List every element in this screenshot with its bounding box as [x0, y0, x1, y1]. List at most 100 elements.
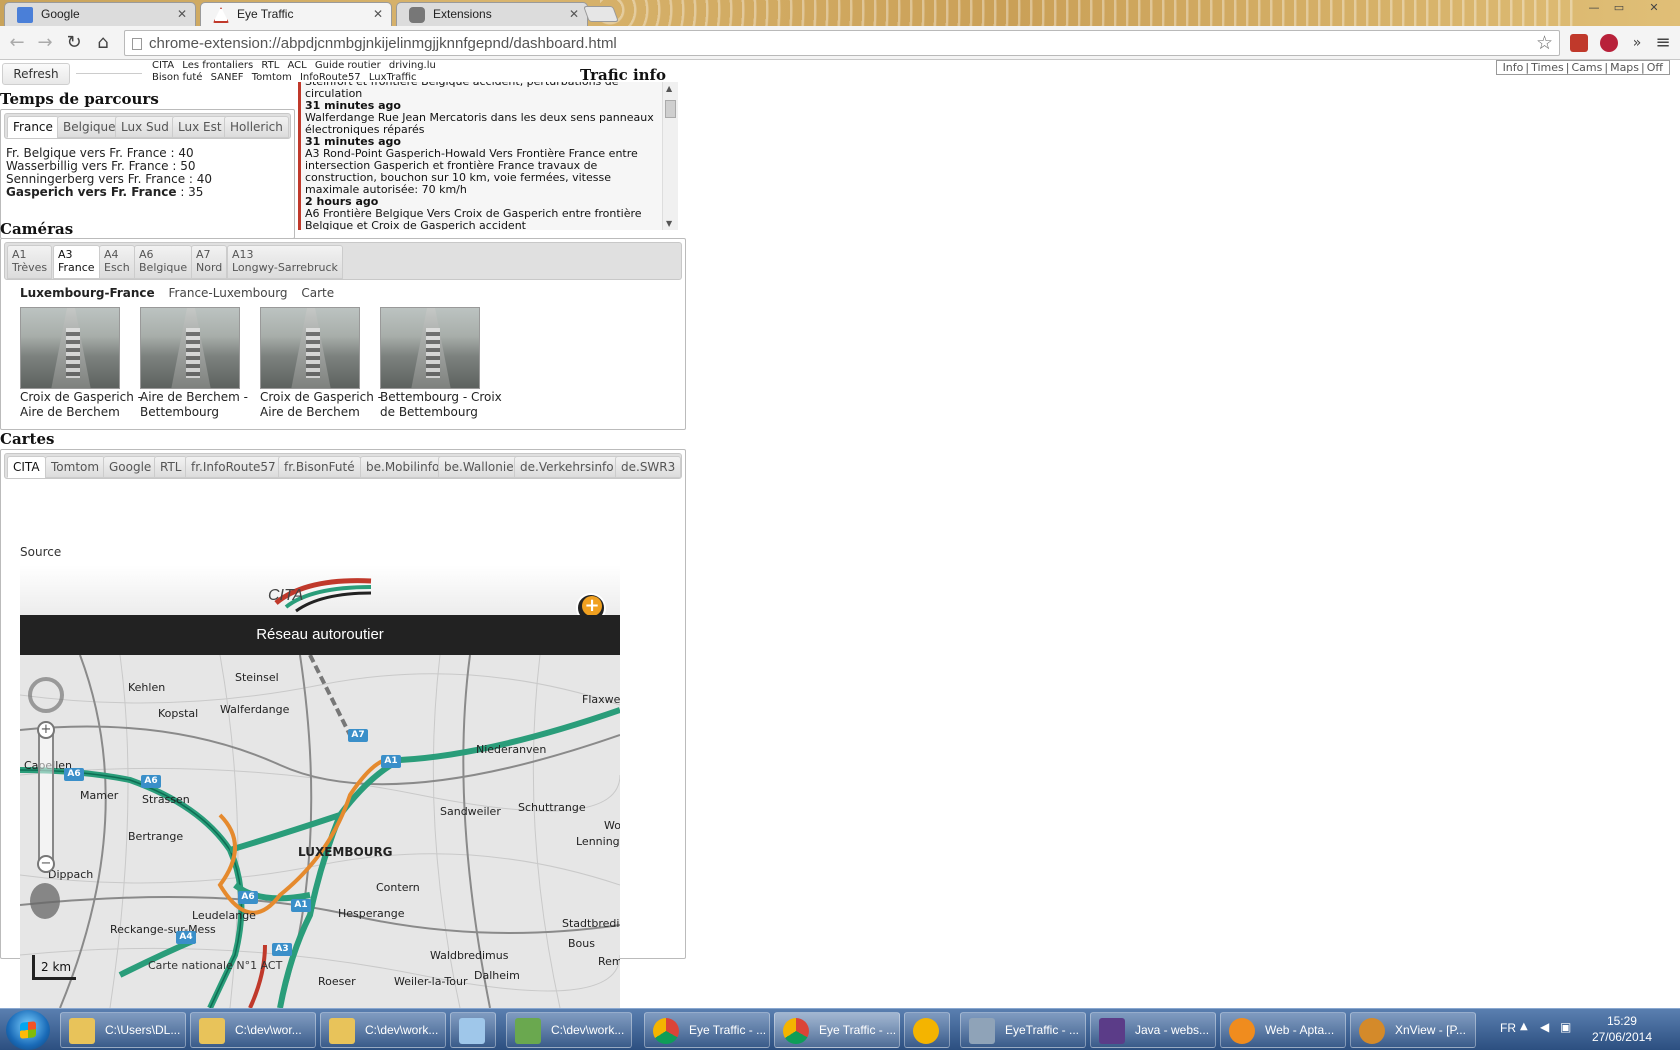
taskbar-item[interactable]: C:\dev\work...: [506, 1012, 632, 1048]
tab-be-mobilinfo[interactable]: be.Mobilinfo: [360, 456, 446, 478]
close-icon[interactable]: ✕: [569, 7, 579, 21]
tab-rtl[interactable]: RTL: [154, 456, 188, 478]
zoom-slider[interactable]: [38, 723, 54, 873]
new-tab-button[interactable]: [583, 6, 619, 22]
camera-feed[interactable]: Aire de Berchem - Bettembourg: [140, 307, 260, 419]
zoom-out-icon[interactable]: −: [37, 855, 55, 873]
lastpass-extension-icon[interactable]: [1600, 34, 1618, 52]
camera-image[interactable]: [140, 307, 240, 389]
tab-tomtom[interactable]: Tomtom: [45, 456, 106, 478]
link-bison-fute[interactable]: Bison futé: [152, 72, 202, 83]
link-rtl[interactable]: RTL: [261, 60, 279, 71]
news-scrollbar[interactable]: ▲ ▼: [662, 82, 678, 230]
volume-icon[interactable]: ◀: [1540, 1020, 1549, 1034]
taskbar-item[interactable]: EyeTraffic - ...: [960, 1012, 1086, 1048]
clock[interactable]: 15:29 27/06/2014: [1592, 1013, 1652, 1045]
eye-traffic-extension-icon[interactable]: [1570, 34, 1588, 52]
browser-tab-eye-traffic[interactable]: Eye Traffic ✕: [200, 2, 392, 26]
link-sanef[interactable]: SANEF: [211, 72, 244, 83]
nav-cams[interactable]: Cams: [1571, 61, 1602, 74]
nav-times[interactable]: Times: [1531, 61, 1564, 74]
tab-hollerich[interactable]: Hollerich: [224, 116, 289, 138]
browser-tab-google[interactable]: Google ✕: [4, 2, 196, 26]
tab-lux-est[interactable]: Lux Est: [172, 116, 228, 138]
camera-image[interactable]: [380, 307, 480, 389]
tab-de-swr3[interactable]: de.SWR3: [615, 456, 682, 478]
tab-a1[interactable]: A1 Trèves: [7, 245, 53, 279]
tray-expand-icon[interactable]: ▲: [1520, 1021, 1528, 1032]
back-icon[interactable]: ←: [6, 32, 28, 54]
dir-lux-france[interactable]: Luxembourg-France: [20, 286, 155, 300]
close-window-icon[interactable]: ✕: [1634, 0, 1674, 18]
dir-france-lux[interactable]: France-Luxembourg: [169, 286, 288, 300]
close-icon[interactable]: ✕: [177, 7, 187, 21]
star-icon[interactable]: ☆: [1536, 32, 1553, 55]
tab-belgique[interactable]: Belgique: [57, 116, 122, 138]
tab-a4[interactable]: A4 Esch: [99, 245, 135, 279]
browser-toolbar: ← → ↻ ⌂ chrome-extension://abpdjcnmbgjnk…: [0, 26, 1680, 60]
trafic-news-panel[interactable]: Steinfort et frontière Belgique accident…: [298, 82, 678, 230]
taskbar-item[interactable]: C:\dev\wor...: [190, 1012, 316, 1048]
scroll-down-icon[interactable]: ▼: [666, 219, 672, 228]
close-icon[interactable]: ✕: [373, 7, 383, 21]
camera-feed[interactable]: Croix de Gasperich - Aire de Berchem: [20, 307, 142, 419]
start-button[interactable]: [6, 1010, 50, 1050]
tab-a7[interactable]: A7 Nord: [191, 245, 228, 279]
more-extensions-icon[interactable]: »: [1626, 32, 1648, 54]
minimize-icon[interactable]: —: [1583, 0, 1605, 18]
tab-a3[interactable]: A3 France: [53, 245, 100, 279]
taskbar-item[interactable]: Eye Traffic - ...: [644, 1012, 770, 1048]
tab-lux-sud[interactable]: Lux Sud: [115, 116, 175, 138]
scroll-up-icon[interactable]: ▲: [666, 84, 672, 93]
taskbar-item[interactable]: Web - Apta...: [1220, 1012, 1346, 1048]
dir-carte[interactable]: Carte: [301, 286, 334, 300]
cita-map-frame[interactable]: CITA Réseau autoroutier: [20, 565, 620, 1008]
road-map[interactable]: Kehlen Kopstal Walferdange Steinsel Cape…: [20, 655, 620, 1008]
camera-feed[interactable]: Bettembourg - Croix de Bettembourg: [380, 307, 502, 419]
nav-info[interactable]: Info: [1503, 61, 1524, 74]
nav-off[interactable]: Off: [1647, 61, 1663, 74]
camera-feed[interactable]: Croix de Gasperich - Aire de Berchem: [260, 307, 382, 419]
person-icon[interactable]: [30, 883, 60, 919]
refresh-button[interactable]: Refresh: [2, 63, 70, 85]
link-les-frontaliers[interactable]: Les frontaliers: [182, 60, 253, 71]
forward-icon[interactable]: →: [34, 32, 56, 54]
link-tomtom[interactable]: Tomtom: [252, 72, 292, 83]
pan-control-icon[interactable]: [28, 677, 64, 713]
taskbar-item[interactable]: Java - webs...: [1090, 1012, 1216, 1048]
tab-de-verkehrsinfo[interactable]: de.Verkehrsinfo: [514, 456, 620, 478]
network-icon[interactable]: ▣: [1560, 1020, 1571, 1034]
browser-tab-extensions[interactable]: Extensions ✕: [396, 2, 588, 26]
tab-france[interactable]: France: [7, 116, 59, 138]
tab-cita[interactable]: CITA: [7, 456, 46, 478]
link-driving-lu[interactable]: driving.lu: [389, 60, 436, 71]
tab-google[interactable]: Google: [103, 456, 158, 478]
home-icon[interactable]: ⌂: [92, 32, 114, 54]
map-place: Dippach: [48, 868, 94, 881]
taskbar-item[interactable]: Eye Traffic - ...: [774, 1012, 900, 1048]
link-guide-routier[interactable]: Guide routier: [315, 60, 381, 71]
language-indicator[interactable]: FR: [1500, 1021, 1516, 1035]
tab-be-wallonie[interactable]: be.Wallonie: [438, 456, 520, 478]
reload-icon[interactable]: ↻: [63, 32, 85, 54]
tab-a13[interactable]: A13 Longwy-Sarrebruck: [227, 245, 343, 279]
tab-fr-bisonfute[interactable]: fr.BisonFuté: [278, 456, 361, 478]
taskbar-item[interactable]: XnView - [P...: [1350, 1012, 1476, 1048]
taskbar-item[interactable]: C:\Users\DL...: [60, 1012, 186, 1048]
link-cita[interactable]: CITA: [152, 60, 174, 71]
taskbar-item[interactable]: [904, 1012, 950, 1048]
source-link[interactable]: Source: [20, 545, 61, 559]
tab-a6[interactable]: A6 Belgique: [134, 245, 193, 279]
camera-image[interactable]: [20, 307, 120, 389]
link-acl[interactable]: ACL: [287, 60, 306, 71]
taskbar-item[interactable]: C:\dev\work...: [320, 1012, 446, 1048]
tab-fr-inforoute57[interactable]: fr.InfoRoute57: [185, 456, 282, 478]
address-bar[interactable]: chrome-extension://abpdjcnmbgjnkijelinmg…: [124, 30, 1560, 56]
zoom-in-icon[interactable]: +: [37, 721, 55, 739]
camera-image[interactable]: [260, 307, 360, 389]
menu-icon[interactable]: ≡: [1652, 32, 1674, 54]
nav-maps[interactable]: Maps: [1610, 61, 1639, 74]
maximize-icon[interactable]: ▭: [1608, 0, 1630, 18]
scroll-thumb[interactable]: [665, 100, 676, 118]
taskbar-item[interactable]: [450, 1012, 496, 1048]
